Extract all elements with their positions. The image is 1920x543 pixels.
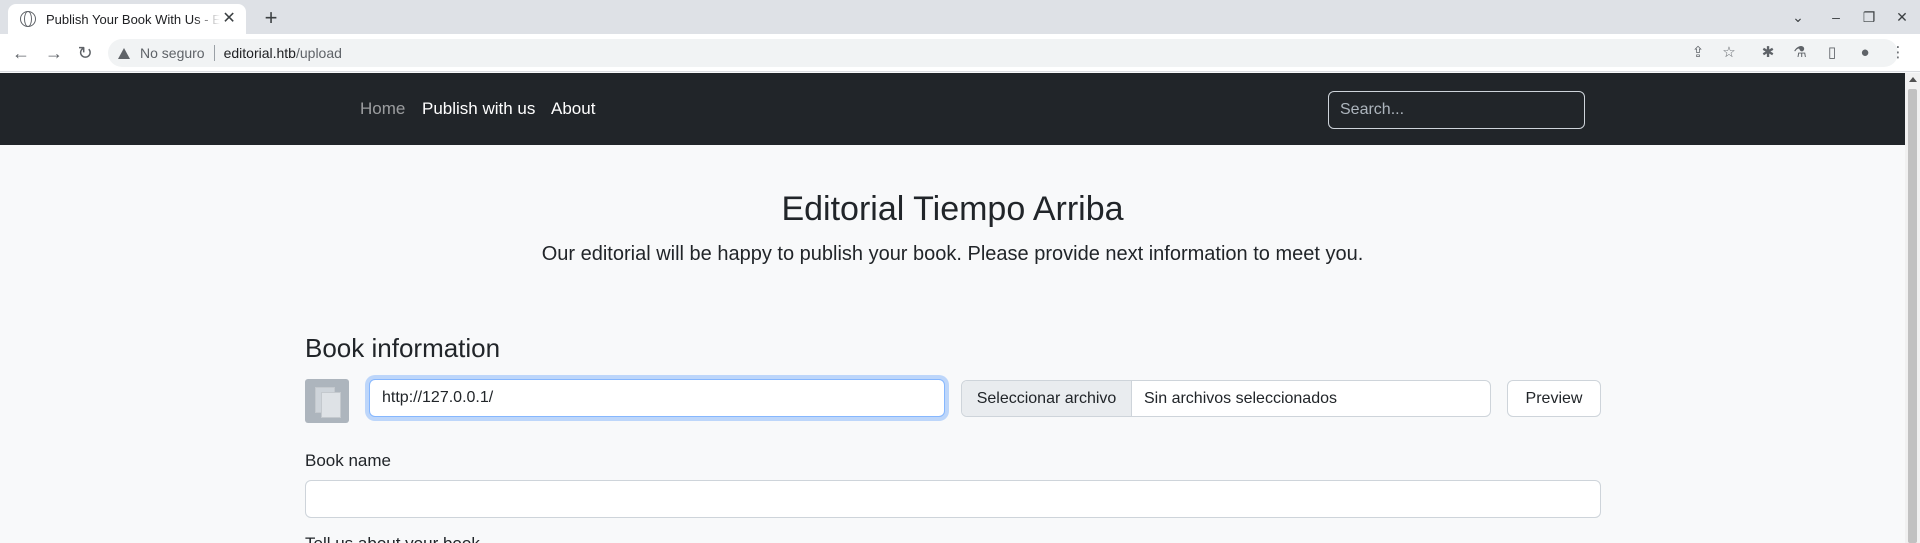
next-field-label: Tell us about your book	[305, 533, 480, 543]
share-icon[interactable]: ⇪	[1688, 43, 1708, 63]
back-icon[interactable]: ←	[8, 41, 34, 67]
labs-icon[interactable]: ⚗	[1790, 43, 1810, 63]
site-navbar: Home Publish with us About	[0, 73, 1920, 145]
reload-icon[interactable]: ↻	[72, 41, 98, 67]
browser-toolbar: ← → ↻ No seguro editorial.htb /upload ⇪ …	[0, 34, 1920, 72]
book-name-label: Book name	[305, 451, 391, 470]
forward-icon[interactable]: →	[41, 41, 67, 67]
security-label[interactable]: No seguro	[140, 45, 205, 61]
warning-icon[interactable]	[118, 47, 130, 59]
minimize-button[interactable]: –	[1822, 6, 1850, 28]
page-subtitle: Our editorial will be happy to publish y…	[541, 243, 1364, 265]
tab-title: Publish Your Book With Us - Editorial	[46, 11, 221, 27]
select-file-button[interactable]: Seleccionar archivo	[962, 381, 1132, 416]
extensions-icon[interactable]: ✱	[1758, 43, 1778, 63]
search-input[interactable]	[1328, 91, 1585, 129]
url-host: editorial.htb	[223, 45, 296, 61]
url-path: /upload	[295, 45, 342, 61]
address-bar[interactable]: No seguro editorial.htb /upload	[108, 39, 1898, 67]
scrollbar-thumb[interactable]	[1908, 89, 1917, 543]
side-panel-icon[interactable]: ▯	[1822, 43, 1842, 63]
scroll-up-icon[interactable]	[1909, 77, 1917, 82]
cover-url-input[interactable]	[369, 379, 945, 417]
close-tab-icon[interactable]: ✕	[220, 10, 238, 28]
nav-home[interactable]: Home	[360, 99, 405, 119]
tab-search-icon[interactable]: ⌄	[1784, 6, 1812, 28]
next-field-label-text: Tell us about your book	[305, 533, 480, 543]
preview-button[interactable]: Preview	[1507, 380, 1601, 417]
tab-strip: Publish Your Book With Us - Editorial ✕ …	[0, 0, 1920, 34]
browser-tab[interactable]: Publish Your Book With Us - Editorial ✕	[8, 4, 246, 34]
page-title: Editorial Tiempo Arriba	[781, 190, 1124, 228]
globe-icon	[20, 11, 36, 27]
restore-button[interactable]: ❐	[1855, 6, 1883, 28]
nav-publish[interactable]: Publish with us	[422, 99, 535, 119]
file-status: Sin archivos seleccionados	[1144, 389, 1337, 407]
nav-about[interactable]: About	[551, 99, 595, 119]
new-tab-button[interactable]: +	[258, 6, 284, 32]
bookmark-star-icon[interactable]: ☆	[1719, 43, 1739, 63]
section-title: Book information	[305, 333, 501, 363]
file-input[interactable]: Seleccionar archivo Sin archivos selecci…	[961, 380, 1491, 417]
page-scrollbar[interactable]	[1905, 73, 1920, 543]
book-cover-icon	[305, 379, 349, 423]
book-name-input[interactable]	[305, 480, 1601, 518]
profile-icon[interactable]: ●	[1855, 43, 1875, 63]
close-window-button[interactable]: ✕	[1888, 6, 1916, 28]
menu-icon[interactable]: ⋮	[1888, 43, 1908, 63]
divider	[213, 45, 215, 61]
